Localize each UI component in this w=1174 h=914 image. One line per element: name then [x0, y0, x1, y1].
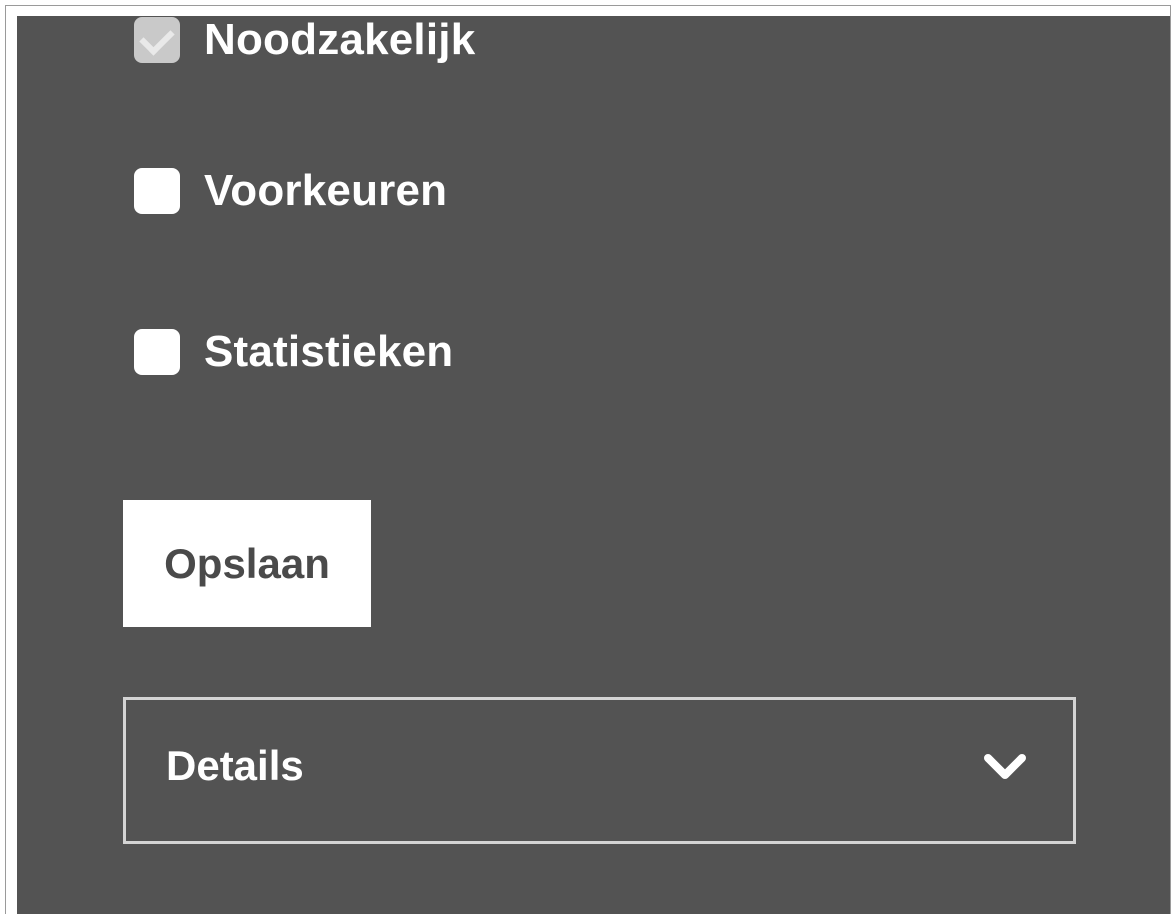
option-necessary[interactable]: Noodzakelijk: [134, 16, 475, 70]
save-button[interactable]: Opslaan: [123, 500, 371, 627]
option-statistics[interactable]: Statistieken: [134, 322, 453, 382]
option-label: Statistieken: [204, 327, 454, 376]
checkbox-statistics[interactable]: [134, 329, 180, 375]
page-frame: Noodzakelijk Voorkeuren Statistieken Ops…: [5, 5, 1171, 914]
cookie-consent-panel: Noodzakelijk Voorkeuren Statistieken Ops…: [17, 16, 1170, 914]
option-label: Voorkeuren: [204, 166, 448, 215]
chevron-down-icon: [984, 754, 1026, 779]
checkbox-necessary[interactable]: [134, 17, 180, 63]
checkbox-preferences[interactable]: [134, 168, 180, 214]
option-preferences[interactable]: Voorkeuren: [134, 161, 447, 221]
option-label: Noodzakelijk: [204, 16, 476, 64]
details-toggle[interactable]: Details: [123, 697, 1076, 844]
details-label: Details: [166, 742, 304, 789]
checkmark-icon: [139, 20, 175, 56]
